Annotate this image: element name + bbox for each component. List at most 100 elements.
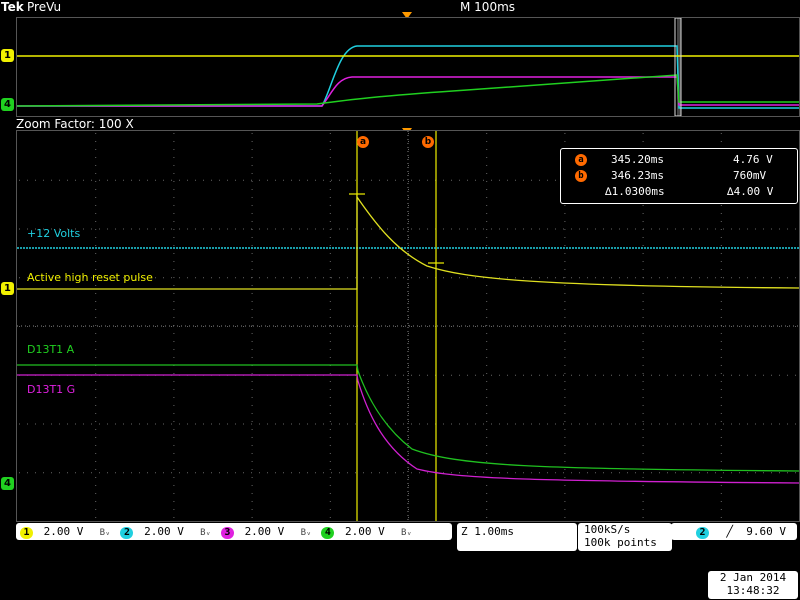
grid-dot <box>408 453 409 454</box>
grid-dot <box>443 277 444 279</box>
grid-dot <box>408 173 409 174</box>
grid-dot <box>595 326 596 327</box>
zoom-ch4-marker[interactable]: 4 <box>1 477 14 490</box>
grid-dot <box>486 389 488 390</box>
grid-dot <box>235 423 236 425</box>
grid-dot <box>642 437 644 438</box>
grid-dot <box>763 228 764 230</box>
grid-dot <box>451 374 452 376</box>
cursor-a-flag[interactable]: a <box>357 136 369 148</box>
trigger-box[interactable]: 2 ╱ 9.60 V <box>671 523 797 540</box>
grid-dot <box>611 228 612 230</box>
grid-dot <box>51 179 52 181</box>
grid-dot <box>329 253 331 254</box>
grid-dot <box>251 423 252 425</box>
grid-dot <box>27 179 28 181</box>
grid-dot <box>486 237 488 238</box>
grid-dot <box>95 157 97 158</box>
ch4-scale[interactable]: 2.00 V <box>345 523 397 540</box>
grid-dot <box>642 245 644 246</box>
grid-dot <box>173 357 175 358</box>
grid-dot <box>95 357 97 358</box>
grid-dot <box>173 261 175 262</box>
grid-dot <box>179 472 180 474</box>
grid-dot <box>427 423 428 425</box>
overview-ch1-marker[interactable]: 1 <box>1 49 14 62</box>
grid-dot <box>715 228 716 230</box>
grid-dot <box>642 269 644 270</box>
zoom-ch1-marker[interactable]: 1 <box>1 282 14 295</box>
grid-dot <box>67 423 68 425</box>
grid-dot <box>707 374 708 376</box>
grid-dot <box>267 326 268 327</box>
grid-dot <box>539 228 540 230</box>
grid-dot <box>691 277 692 279</box>
grid-dot <box>251 381 253 382</box>
grid-dot <box>329 229 331 230</box>
grid-dot <box>251 373 253 374</box>
ch4-icon[interactable]: 4 <box>321 527 335 539</box>
channel-scale-bar: 1 2.00 V Bᵥ 2 2.00 V Bᵥ 3 2.00 V Bᵥ 4 2.00 V Bᵥ <box>16 523 452 540</box>
grid-dot <box>611 472 612 474</box>
grid-dot <box>339 228 340 230</box>
grid-dot <box>603 228 604 230</box>
grid-dot <box>486 365 488 366</box>
zoom-time-box[interactable]: Z 1.00ms <box>457 523 577 551</box>
grid-dot <box>499 423 500 425</box>
grid-dot <box>408 509 409 510</box>
ch3-icon[interactable]: 3 <box>220 527 234 539</box>
grid-dot <box>243 228 244 230</box>
grid-dot <box>635 374 636 376</box>
grid-dot <box>147 472 148 474</box>
grid-dot <box>507 374 508 376</box>
grid-dot <box>443 326 444 327</box>
overview-trace-ch4 <box>17 74 799 107</box>
grid-dot <box>251 477 253 478</box>
grid-dot <box>299 228 300 230</box>
ch1-icon[interactable]: 1 <box>20 527 33 539</box>
grid-dot <box>329 141 331 142</box>
ch4-bandwidth-icon: Bᵥ <box>401 528 412 538</box>
ch2-icon[interactable]: 2 <box>120 527 134 539</box>
grid-dot <box>408 405 409 406</box>
ch3-scale[interactable]: 2.00 V <box>245 523 297 540</box>
grid-dot <box>547 326 548 327</box>
grid-dot <box>99 326 100 327</box>
cursor-b-time: 346.23ms <box>611 169 664 182</box>
grid-dot <box>307 472 308 474</box>
grid-dot <box>371 326 372 327</box>
grid-dot <box>427 374 428 376</box>
grid-dot <box>395 228 396 230</box>
grid-dot <box>642 349 644 350</box>
grid-dot <box>408 157 409 158</box>
grid-dot <box>659 472 660 474</box>
grid-dot <box>486 293 488 294</box>
grid-dot <box>720 333 722 334</box>
grid-dot <box>408 381 409 382</box>
grid-dot <box>563 326 564 327</box>
grid-dot <box>731 228 732 230</box>
grid-dot <box>771 374 772 376</box>
grid-dot <box>587 472 588 474</box>
overview-ch4-marker[interactable]: 4 <box>1 98 14 111</box>
grid-dot <box>486 413 488 414</box>
grid-dot <box>707 277 708 279</box>
grid-dot <box>83 423 84 425</box>
cursor-b-flag[interactable]: b <box>422 136 434 148</box>
grid-dot <box>739 374 740 376</box>
acquisition-box[interactable]: 100kS/s 100k points <box>578 523 672 551</box>
grid-dot <box>329 269 331 270</box>
grid-dot <box>243 472 244 474</box>
grid-dot <box>547 472 548 474</box>
grid-dot <box>329 437 331 438</box>
grid-dot <box>408 357 409 358</box>
grid-dot <box>347 179 348 181</box>
grid-dot <box>451 472 452 474</box>
ch1-scale[interactable]: 2.00 V <box>44 523 96 540</box>
grid-dot <box>329 421 331 422</box>
grid-dot <box>587 374 588 376</box>
grid-dot <box>467 179 468 181</box>
grid-dot <box>173 197 175 198</box>
grid-dot <box>379 326 380 327</box>
ch2-scale[interactable]: 2.00 V <box>144 523 196 540</box>
